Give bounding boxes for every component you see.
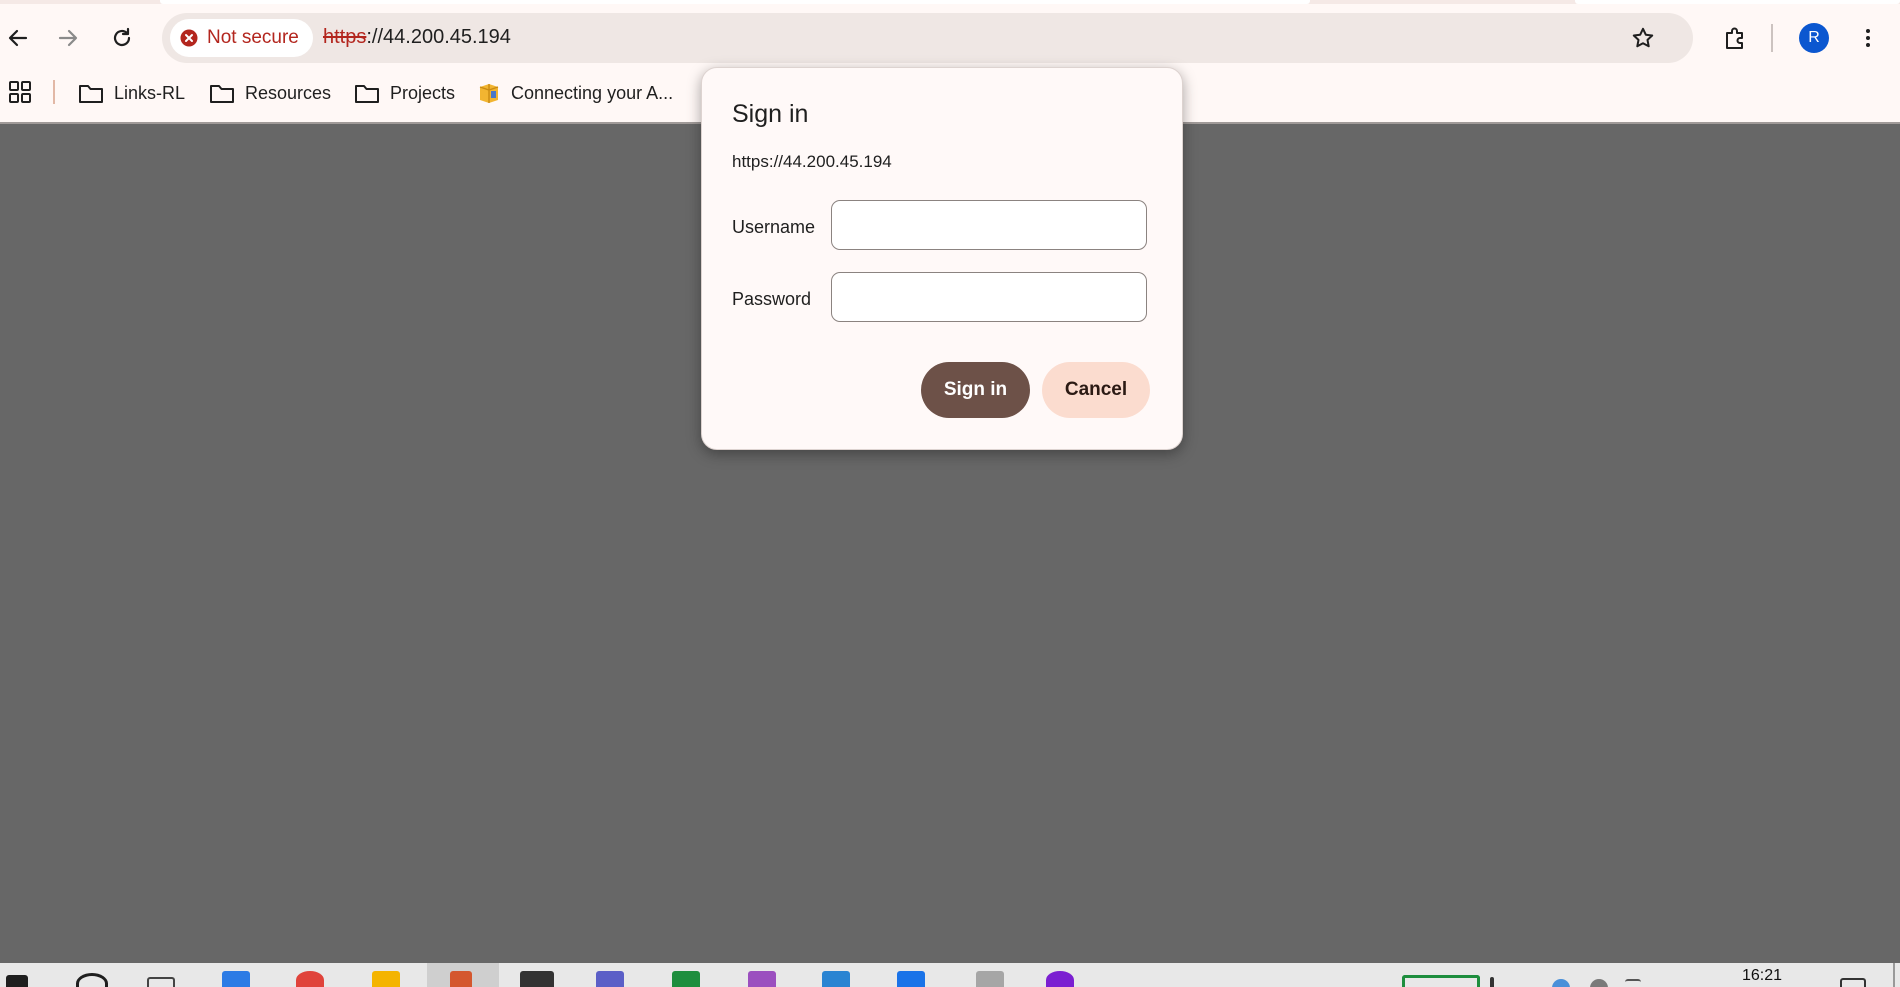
tray-icon[interactable] xyxy=(1490,977,1494,987)
outlook-icon[interactable] xyxy=(897,971,925,987)
password-input[interactable] xyxy=(831,272,1147,322)
username-input[interactable] xyxy=(831,200,1147,250)
file-explorer-icon[interactable] xyxy=(372,971,400,987)
powerpoint-icon[interactable] xyxy=(450,971,472,987)
tab[interactable] xyxy=(1575,0,1900,4)
vscode-icon[interactable] xyxy=(822,971,850,987)
profile-avatar[interactable]: R xyxy=(1799,23,1829,53)
dialog-title: Sign in xyxy=(732,100,809,128)
address-bar[interactable]: Not secure https://44.200.45.194 xyxy=(162,13,1693,63)
star-icon xyxy=(1632,27,1654,48)
apps-button[interactable] xyxy=(8,80,32,109)
notifications-icon[interactable] xyxy=(1840,978,1866,987)
forward-arrow-icon xyxy=(58,29,78,47)
bookmark-folder-links-rl[interactable]: Links-RL xyxy=(78,78,185,108)
tab-strip xyxy=(0,0,1900,4)
teams-icon[interactable] xyxy=(596,971,624,987)
sign-in-dialog: Sign in https://44.200.45.194 Username P… xyxy=(701,67,1183,450)
bookmark-folder-resources[interactable]: Resources xyxy=(209,78,331,108)
username-label: Username xyxy=(732,217,816,237)
start-icon[interactable] xyxy=(6,975,28,987)
active-tab[interactable] xyxy=(160,0,1310,4)
bookmark-star-button[interactable] xyxy=(1631,26,1655,55)
network-icon[interactable] xyxy=(1590,979,1608,987)
excel-icon[interactable] xyxy=(672,971,700,987)
taskbar-app-icon[interactable] xyxy=(222,971,250,987)
chrome-taskbar-icon[interactable] xyxy=(296,971,324,987)
sign-in-button[interactable]: Sign in xyxy=(921,362,1030,418)
volume-icon[interactable] xyxy=(1625,979,1641,987)
taskbar-clock[interactable]: 16:21 xyxy=(1742,967,1782,985)
tray-widget[interactable] xyxy=(1402,975,1480,987)
security-chip[interactable]: Not secure xyxy=(170,19,313,57)
back-arrow-icon xyxy=(8,29,28,47)
onedrive-icon[interactable] xyxy=(1552,979,1570,987)
bookmark-label: Links-RL xyxy=(114,82,186,103)
reload-button[interactable] xyxy=(104,20,140,56)
reload-icon xyxy=(113,27,131,47)
cancel-button[interactable]: Cancel xyxy=(1042,362,1150,418)
bookmark-label: Resources xyxy=(245,82,332,103)
bookmark-folder-projects[interactable]: Projects xyxy=(354,78,455,108)
apps-grid-icon xyxy=(9,81,31,103)
taskbar-app-icon[interactable] xyxy=(976,971,1004,987)
task-view-icon[interactable] xyxy=(147,977,175,987)
three-dots-vertical-icon xyxy=(1866,29,1870,47)
folder-icon xyxy=(355,85,379,103)
folder-icon xyxy=(210,85,234,103)
bookmarks-divider xyxy=(53,80,55,104)
search-icon[interactable] xyxy=(76,973,108,987)
folder-icon xyxy=(79,85,103,103)
url-text[interactable]: https://44.200.45.194 xyxy=(323,26,511,49)
bookmark-label: Projects xyxy=(390,82,456,103)
terminal-icon[interactable] xyxy=(520,971,554,987)
password-label: Password xyxy=(732,289,812,309)
dialog-origin: https://44.200.45.194 xyxy=(732,152,892,171)
show-desktop-edge[interactable] xyxy=(1893,963,1895,987)
onenote-icon[interactable] xyxy=(748,971,776,987)
puzzle-icon xyxy=(1726,27,1743,49)
browser-menu-button[interactable] xyxy=(1850,20,1886,56)
bookmark-label: Connecting your A... xyxy=(511,82,674,103)
url-host: ://44.200.45.194 xyxy=(366,26,511,48)
bookmark-connecting[interactable]: Connecting your A... xyxy=(477,78,673,108)
forward-button[interactable] xyxy=(50,20,86,56)
security-chip-label: Not secure xyxy=(207,27,299,48)
profile-initial: R xyxy=(1808,29,1820,46)
toolbar-divider xyxy=(1771,24,1773,52)
bookmark-page-icon xyxy=(479,84,499,103)
taskbar-app-icon[interactable] xyxy=(1046,971,1074,987)
extensions-button[interactable] xyxy=(1717,20,1753,56)
not-secure-icon xyxy=(180,29,198,47)
url-scheme: https xyxy=(323,26,367,48)
taskbar: 16:21 xyxy=(0,963,1900,987)
back-button[interactable] xyxy=(0,20,36,56)
